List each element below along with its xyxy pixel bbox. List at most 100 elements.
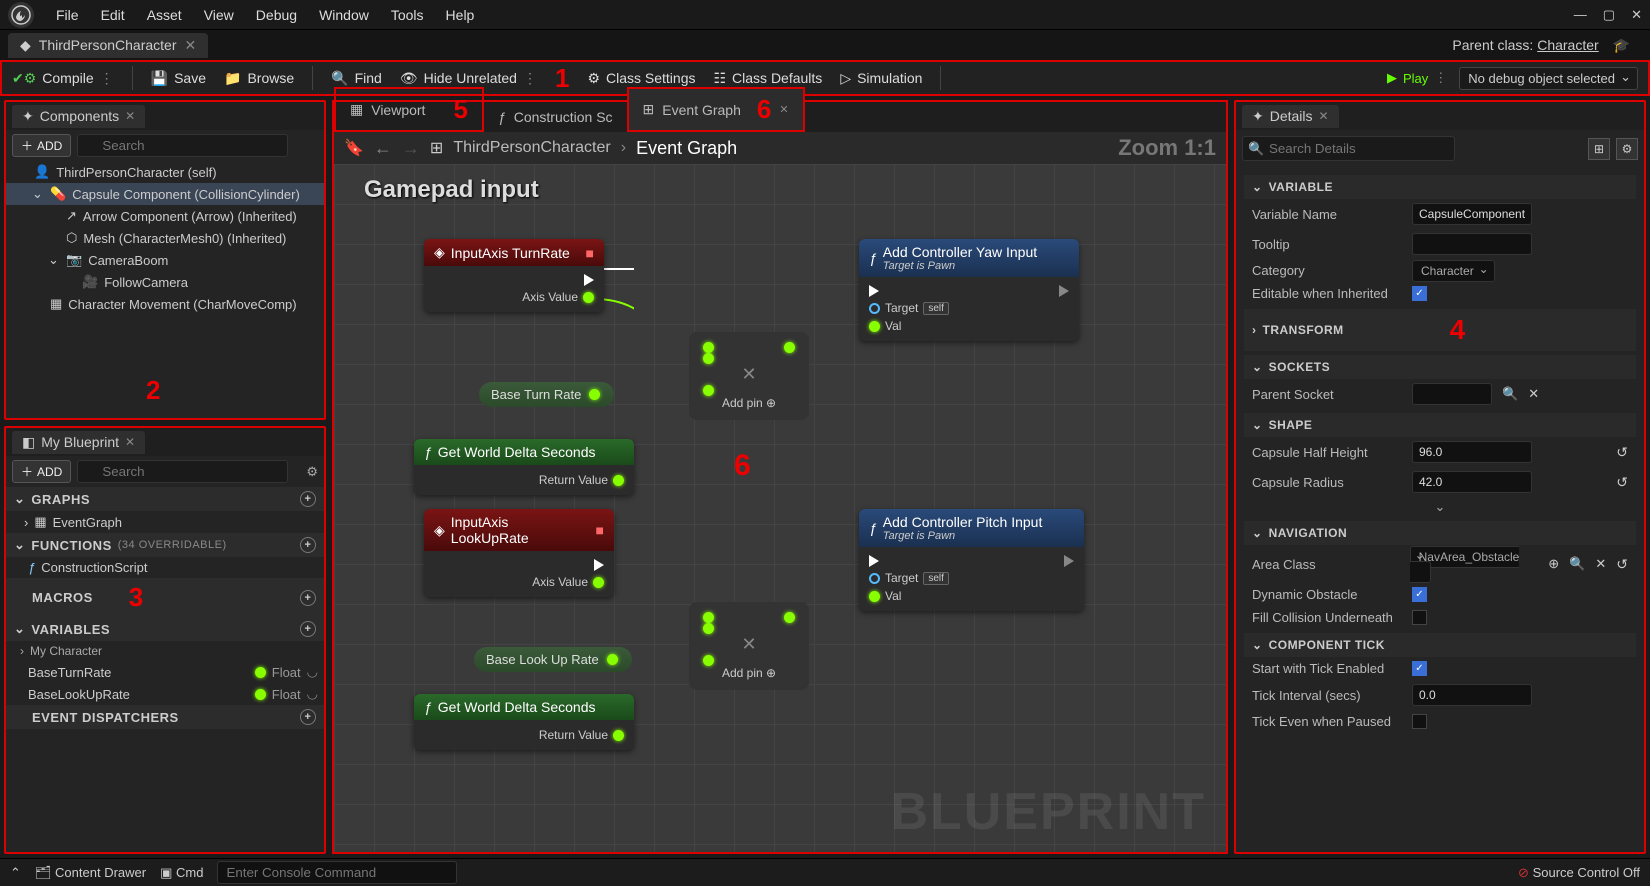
data-in-pin[interactable]: [869, 591, 880, 602]
component-tree-item[interactable]: 🎥FollowCamera: [6, 271, 324, 293]
target-pin[interactable]: [869, 573, 880, 584]
variable-item[interactable]: BaseLookUpRateFloat◡: [6, 683, 324, 705]
data-out-pin[interactable]: [784, 342, 795, 353]
data-in-pin[interactable]: [703, 623, 714, 634]
data-in-pin[interactable]: [703, 612, 714, 623]
components-tab[interactable]: ✦ Components ✕: [12, 105, 145, 128]
node-base-turn-rate[interactable]: Base Turn Rate: [479, 382, 614, 407]
menu-file[interactable]: File: [56, 7, 79, 23]
variable-item[interactable]: BaseTurnRateFloat◡: [6, 661, 324, 683]
details-search-input[interactable]: [1242, 136, 1455, 161]
graduation-cap-icon[interactable]: 🎓: [1613, 37, 1630, 53]
graphs-category[interactable]: ⌄GRAPHS+: [6, 487, 324, 511]
globe-icon[interactable]: ⊕: [1548, 556, 1559, 572]
document-tab[interactable]: ◆ ThirdPersonCharacter ✕: [8, 33, 208, 58]
close-icon[interactable]: ✕: [125, 435, 135, 449]
add-icon[interactable]: +: [300, 621, 316, 637]
tab-construction[interactable]: ƒConstruction Sc: [484, 104, 627, 132]
crumb-leaf[interactable]: Event Graph: [636, 138, 737, 159]
node-get-world-delta-seconds-2[interactable]: ƒGet World Delta Seconds Return Value: [414, 694, 634, 750]
details-cat-tick[interactable]: ⌄COMPONENT TICK: [1244, 633, 1636, 657]
radius-field[interactable]: [1412, 471, 1532, 493]
content-drawer-button[interactable]: 🗂 Content Drawer: [35, 865, 146, 881]
console-command-input[interactable]: [217, 861, 457, 884]
component-tree-item[interactable]: ▦Character Movement (CharMoveComp): [6, 293, 324, 315]
search-icon[interactable]: 🔍: [1502, 386, 1518, 402]
macros-category[interactable]: MACROS3+: [6, 578, 324, 617]
debug-object-selector[interactable]: No debug object selected: [1459, 67, 1638, 90]
menu-help[interactable]: Help: [446, 7, 475, 23]
tab-event-graph[interactable]: ⊞Event Graph6✕: [627, 87, 805, 132]
add-icon[interactable]: +: [300, 590, 316, 606]
details-tab[interactable]: ✦ Details ✕: [1242, 105, 1339, 128]
add-icon[interactable]: +: [300, 709, 316, 725]
tooltip-field[interactable]: [1412, 233, 1532, 255]
dynamic-obstacle-checkbox[interactable]: ✓: [1412, 587, 1427, 602]
gear-icon[interactable]: ⚙: [306, 464, 318, 480]
clear-icon[interactable]: ✕: [1528, 386, 1539, 402]
source-control-status[interactable]: ⊘ Source Control Off: [1518, 865, 1640, 881]
close-icon[interactable]: ✕: [1319, 109, 1329, 123]
area-class-selector[interactable]: NavArea_Obstacle: [1410, 546, 1520, 583]
details-cat-variable[interactable]: ⌄VARIABLE: [1244, 175, 1636, 199]
grid-view-icon[interactable]: ⊞: [1588, 138, 1610, 160]
graph-item[interactable]: ›▦EventGraph: [6, 511, 324, 533]
component-tree-item[interactable]: ⌄💊Capsule Component (CollisionCylinder): [6, 183, 324, 205]
half-height-field[interactable]: [1412, 441, 1532, 463]
simulation-button[interactable]: ▷Simulation: [840, 70, 922, 87]
hide-unrelated-button[interactable]: 👁Hide Unrelated⋮: [400, 70, 537, 87]
window-minimize-icon[interactable]: —: [1574, 7, 1587, 22]
reset-icon[interactable]: ↺: [1616, 556, 1628, 573]
component-tree-item[interactable]: 👤ThirdPersonCharacter (self): [6, 161, 324, 183]
add-component-button[interactable]: ＋ADD: [12, 134, 71, 157]
add-new-button[interactable]: ＋ADD: [12, 460, 71, 483]
fill-collision-checkbox[interactable]: [1412, 610, 1427, 625]
node-get-world-delta-seconds[interactable]: ƒGet World Delta Seconds Return Value: [414, 439, 634, 495]
data-in-pin[interactable]: [703, 385, 714, 396]
node-add-pitch-input[interactable]: ƒAdd Controller Pitch InputTarget is Paw…: [859, 509, 1084, 611]
dropdown-icon[interactable]: ⋮: [100, 70, 114, 87]
variable-name-field[interactable]: [1412, 203, 1532, 225]
data-in-pin[interactable]: [869, 321, 880, 332]
save-button[interactable]: 💾Save: [151, 70, 206, 87]
details-cat-sockets[interactable]: ⌄SOCKETS: [1244, 355, 1636, 379]
graph-canvas[interactable]: Gamepad input ◈InputAxis TurnRate■ Axis …: [334, 164, 1226, 852]
compile-button[interactable]: ✔⚙Compile⋮: [12, 70, 114, 87]
clear-icon[interactable]: ✕: [1595, 556, 1606, 572]
component-tree-item[interactable]: ⬡Mesh (CharacterMesh0) (Inherited): [6, 227, 324, 249]
variable-subcat[interactable]: ›My Character: [6, 641, 324, 661]
visibility-icon[interactable]: ◡: [307, 664, 318, 680]
search-icon[interactable]: 🔍: [1569, 556, 1585, 572]
data-out-pin[interactable]: [784, 612, 795, 623]
details-cat-navigation[interactable]: ⌄NAVIGATION: [1244, 521, 1636, 545]
add-pin-button[interactable]: Add pin ⊕: [703, 396, 795, 410]
tab-viewport[interactable]: ▦Viewport5: [334, 87, 484, 132]
menu-asset[interactable]: Asset: [147, 7, 182, 23]
nav-forward-icon[interactable]: →: [402, 138, 420, 159]
exec-out-pin[interactable]: [594, 559, 604, 571]
data-out-pin[interactable]: [583, 292, 594, 303]
add-icon[interactable]: +: [300, 537, 316, 553]
details-cat-transform[interactable]: ›TRANSFORM4: [1244, 309, 1636, 351]
node-input-axis-lookuprate[interactable]: ◈InputAxis LookUpRate■ Axis Value: [424, 509, 614, 597]
reset-icon[interactable]: ↺: [1616, 474, 1628, 491]
data-out-pin[interactable]: [607, 654, 618, 665]
bookmark-icon[interactable]: 🔖: [344, 138, 364, 158]
node-input-axis-turnrate[interactable]: ◈InputAxis TurnRate■ Axis Value: [424, 239, 604, 312]
dropdown-icon[interactable]: ⋮: [1434, 70, 1447, 86]
expand-icon[interactable]: ⌄: [1244, 497, 1636, 517]
close-icon[interactable]: ✕: [779, 103, 788, 116]
add-pin-button[interactable]: Add pin ⊕: [703, 666, 795, 680]
functions-category[interactable]: ⌄FUNCTIONS (34 OVERRIDABLE)+: [6, 533, 324, 557]
my-blueprint-search-input[interactable]: [77, 460, 288, 483]
node-multiply-2[interactable]: ✕ Add pin ⊕: [689, 602, 809, 690]
exec-out-pin[interactable]: [584, 274, 594, 286]
window-close-icon[interactable]: ✕: [1631, 7, 1642, 23]
parent-class-link[interactable]: Character: [1537, 37, 1598, 53]
menu-debug[interactable]: Debug: [256, 7, 297, 23]
nav-back-icon[interactable]: ←: [374, 138, 392, 159]
menu-view[interactable]: View: [204, 7, 234, 23]
target-pin[interactable]: [869, 303, 880, 314]
my-blueprint-tab[interactable]: ◧ My Blueprint ✕: [12, 431, 145, 454]
data-out-pin[interactable]: [613, 475, 624, 486]
